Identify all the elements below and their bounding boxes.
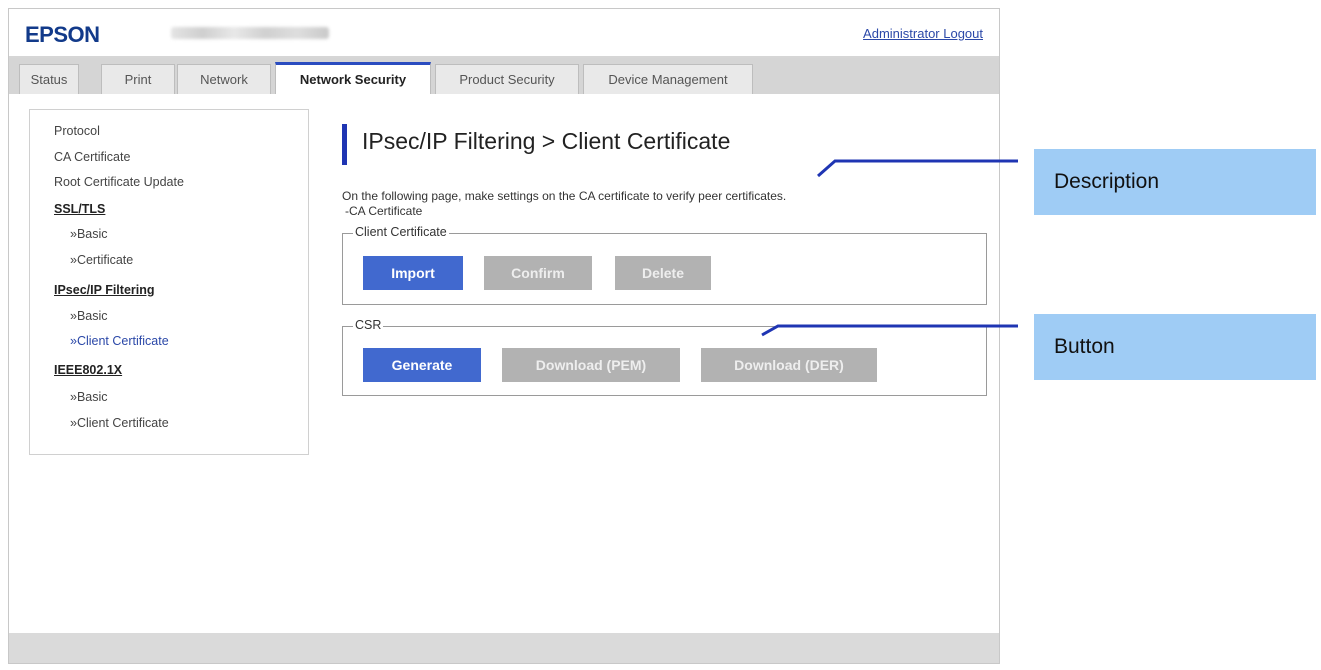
sidebar-item-ca-certificate[interactable]: CA Certificate — [54, 150, 130, 164]
sidebar-item-ieee-client-certificate[interactable]: »Client Certificate — [70, 416, 169, 430]
epson-logo: EPSON — [25, 22, 100, 47]
import-button[interactable]: Import — [363, 256, 463, 290]
browser-frame: EPSON Administrator Logout Status Print … — [8, 8, 1000, 664]
page-description: On the following page, make settings on … — [342, 189, 786, 219]
csr-legend: CSR — [353, 318, 384, 332]
tab-network-security[interactable]: Network Security — [275, 62, 431, 94]
button-callout-label: Button — [1054, 335, 1115, 358]
sidebar-item-ipsec-ip-filtering[interactable]: IPsec/IP Filtering — [54, 283, 155, 297]
top-header: EPSON Administrator Logout — [9, 9, 999, 58]
tab-product-security[interactable]: Product Security — [435, 64, 579, 94]
blurred-device-name — [171, 27, 329, 39]
sidebar-item-ipsec-basic[interactable]: »Basic — [70, 309, 108, 323]
client-certificate-group: Client Certificate Import Confirm Delete — [342, 225, 987, 305]
client-certificate-legend: Client Certificate — [353, 225, 449, 239]
button-callout: Button — [1034, 314, 1316, 380]
tab-network[interactable]: Network — [177, 64, 271, 94]
sidebar-item-ieee-basic[interactable]: »Basic — [70, 390, 108, 404]
generate-button[interactable]: Generate — [363, 348, 481, 382]
sidebar-item-ieee8021x[interactable]: IEEE802.1X — [54, 363, 122, 377]
description-line-1: On the following page, make settings on … — [342, 189, 787, 203]
sidebar-item-root-certificate-update[interactable]: Root Certificate Update — [54, 175, 184, 189]
sidebar-item-ssl-basic[interactable]: »Basic — [70, 227, 108, 241]
tab-print[interactable]: Print — [101, 64, 175, 94]
sidebar-item-ssl-certificate[interactable]: »Certificate — [70, 253, 133, 267]
sidebar-item-protocol[interactable]: Protocol — [54, 124, 100, 138]
download-pem-button[interactable]: Download (PEM) — [502, 348, 680, 382]
sidebar-item-ipsec-client-certificate[interactable]: »Client Certificate — [70, 334, 169, 348]
tab-device-management[interactable]: Device Management — [583, 64, 753, 94]
sidebar-menu: Protocol CA Certificate Root Certificate… — [29, 109, 309, 455]
csr-group: CSR Generate Download (PEM) Download (DE… — [342, 318, 987, 396]
tab-status[interactable]: Status — [19, 64, 79, 94]
main-tab-bar: Status Print Network Network Security Pr… — [9, 58, 999, 94]
content-area: Protocol CA Certificate Root Certificate… — [9, 94, 999, 632]
description-callout: Description — [1034, 149, 1316, 215]
delete-button[interactable]: Delete — [615, 256, 711, 290]
sidebar-item-ssl-tls[interactable]: SSL/TLS — [54, 202, 105, 216]
footer-bar — [9, 633, 999, 663]
title-accent-bar — [342, 124, 347, 165]
description-line-2: -CA Certificate — [345, 204, 423, 218]
download-der-button[interactable]: Download (DER) — [701, 348, 877, 382]
confirm-button[interactable]: Confirm — [484, 256, 592, 290]
administrator-logout-link[interactable]: Administrator Logout — [863, 26, 983, 41]
description-callout-label: Description — [1054, 170, 1160, 193]
page-title: IPsec/IP Filtering > Client Certificate — [362, 128, 731, 154]
